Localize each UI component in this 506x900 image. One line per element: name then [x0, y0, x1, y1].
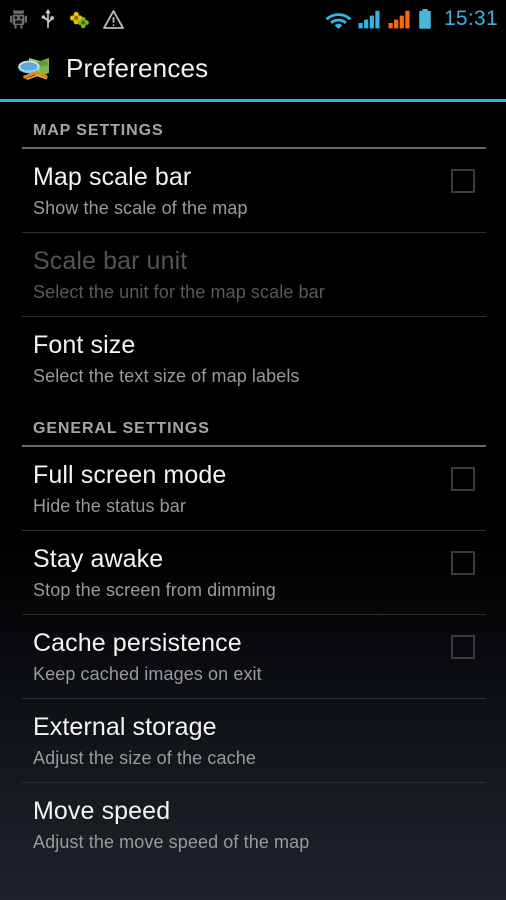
- section-header-label: MAP SETTINGS: [33, 122, 164, 139]
- status-bar: 15:31: [0, 0, 506, 38]
- pref-summary: Adjust the size of the cache: [33, 748, 256, 768]
- pref-move-speed[interactable]: Move speed Adjust the move speed of the …: [0, 783, 506, 866]
- pref-title: External storage: [33, 713, 217, 741]
- checkbox-map-scale-bar[interactable]: [451, 169, 475, 193]
- pref-text: Scale bar unit Select the unit for the m…: [33, 247, 420, 303]
- pref-widget: [420, 247, 506, 253]
- pref-stay-awake[interactable]: Stay awake Stop the screen from dimming: [0, 531, 506, 614]
- pref-summary: Show the scale of the map: [33, 198, 248, 218]
- pref-title: Font size: [33, 331, 136, 359]
- pref-widget: [420, 797, 506, 803]
- section-header-label: GENERAL SETTINGS: [33, 420, 210, 437]
- page-title: Preferences: [66, 53, 209, 83]
- pref-summary: Adjust the move speed of the map: [33, 832, 310, 852]
- pref-cache-persistence[interactable]: Cache persistence Keep cached images on …: [0, 615, 506, 698]
- signal-bars-icon-2: [388, 10, 412, 29]
- pref-text: Font size Select the text size of map la…: [33, 331, 420, 387]
- pref-title: Full screen mode: [33, 461, 227, 489]
- pref-summary: Keep cached images on exit: [33, 664, 262, 684]
- section-header-map-settings: MAP SETTINGS: [0, 102, 506, 140]
- status-bar-left-icons: [10, 9, 124, 29]
- map-app-icon[interactable]: [17, 56, 51, 82]
- pref-summary: Select the text size of map labels: [33, 366, 300, 386]
- pref-widget[interactable]: [420, 629, 506, 659]
- pref-text: Map scale bar Show the scale of the map: [33, 163, 420, 219]
- pref-widget[interactable]: [420, 545, 506, 575]
- status-bar-clock: 15:31: [443, 6, 498, 30]
- flower-icon: [69, 10, 89, 29]
- pref-summary: Hide the status bar: [33, 496, 186, 516]
- checkbox-stay-awake[interactable]: [451, 551, 475, 575]
- pref-title: Stay awake: [33, 545, 164, 573]
- pref-widget: [420, 331, 506, 337]
- wifi-icon: [325, 9, 352, 29]
- usb-icon: [41, 9, 55, 29]
- pref-widget[interactable]: [420, 163, 506, 193]
- status-bar-right-icons: 15:31: [325, 7, 498, 32]
- pref-text: Cache persistence Keep cached images on …: [33, 629, 420, 685]
- checkbox-full-screen-mode[interactable]: [451, 467, 475, 491]
- section-header-general-settings: GENERAL SETTINGS: [0, 400, 506, 438]
- section-general-settings: GENERAL SETTINGS Full screen mode Hide t…: [0, 400, 506, 866]
- action-bar: Preferences: [0, 38, 506, 99]
- pref-summary: Select the unit for the map scale bar: [33, 282, 325, 302]
- section-map-settings: MAP SETTINGS Map scale bar Show the scal…: [0, 102, 506, 400]
- pref-title: Map scale bar: [33, 163, 192, 191]
- battery-icon: [418, 9, 432, 29]
- pref-font-size[interactable]: Font size Select the text size of map la…: [0, 317, 506, 400]
- warning-triangle-icon: [103, 9, 124, 29]
- pref-title: Scale bar unit: [33, 247, 188, 275]
- signal-bars-icon-1: [358, 10, 382, 29]
- pref-title: Move speed: [33, 797, 171, 825]
- pref-text: Stay awake Stop the screen from dimming: [33, 545, 420, 601]
- pref-full-screen-mode[interactable]: Full screen mode Hide the status bar: [0, 447, 506, 530]
- pref-summary: Stop the screen from dimming: [33, 580, 276, 600]
- pref-text: Full screen mode Hide the status bar: [33, 461, 420, 517]
- pref-map-scale-bar[interactable]: Map scale bar Show the scale of the map: [0, 149, 506, 232]
- pref-text: External storage Adjust the size of the …: [33, 713, 420, 769]
- pref-external-storage[interactable]: External storage Adjust the size of the …: [0, 699, 506, 782]
- pref-title: Cache persistence: [33, 629, 242, 657]
- pref-scale-bar-unit: Scale bar unit Select the unit for the m…: [0, 233, 506, 316]
- pref-widget[interactable]: [420, 461, 506, 491]
- checkbox-cache-persistence[interactable]: [451, 635, 475, 659]
- preference-list[interactable]: MAP SETTINGS Map scale bar Show the scal…: [0, 102, 506, 866]
- android-debug-icon: [10, 9, 27, 29]
- preferences-screen: 15:31 Preferences MAP SETTINGS Map scale…: [0, 0, 506, 900]
- pref-widget: [420, 713, 506, 719]
- pref-text: Move speed Adjust the move speed of the …: [33, 797, 420, 853]
